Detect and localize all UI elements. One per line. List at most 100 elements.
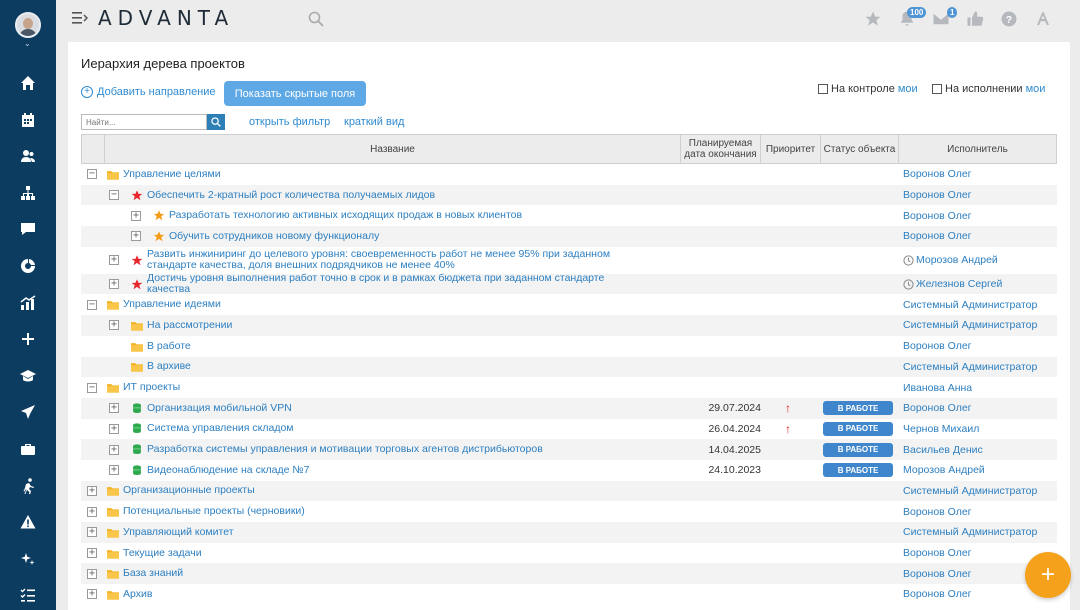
row-executor-link[interactable]: Воронов Олег [903,398,972,419]
analytics-icon[interactable] [16,292,40,314]
header-name[interactable]: Название [104,135,680,163]
row-executor-link[interactable]: Воронов Олег [903,164,972,185]
row-name-link[interactable]: На рассмотрении [131,315,641,336]
row-executor-link[interactable]: Системный Администратор [903,294,1037,315]
expand-toggle[interactable]: + [87,527,97,538]
status-badge[interactable]: В РАБОТЕ [823,463,893,478]
table-row[interactable]: + Разработка системы управления и мотивац… [81,439,1057,460]
plus-icon[interactable] [16,328,40,350]
expand-toggle[interactable]: + [87,589,97,600]
search-input[interactable] [81,114,207,130]
row-name-link[interactable]: В работе [131,336,641,357]
row-name-link[interactable]: Видеонаблюдение на складе №7 [131,460,641,481]
row-executor-link[interactable]: Морозов Андрей [903,460,985,481]
table-row[interactable]: − Обеспечить 2-кратный рост количества по… [81,184,1057,206]
row-executor-link[interactable]: Железнов Сергей [903,274,1002,295]
table-row[interactable]: + Архив Воронов Олег [81,584,1057,605]
collapse-toggle[interactable]: − [87,382,97,393]
avatar[interactable] [15,12,41,38]
home-icon[interactable] [16,72,40,94]
expand-toggle[interactable]: + [109,444,119,455]
row-name-link[interactable]: Управление целями [107,164,641,185]
row-name-link[interactable]: ИТ проекты [107,377,641,398]
table-row[interactable]: − ИТ проекты Иванова Анна [81,377,1057,398]
expand-toggle[interactable]: + [131,210,141,221]
hierarchy-icon[interactable] [16,182,40,204]
row-name-link[interactable]: В архиве [131,357,641,378]
in-progress-checkbox[interactable] [932,84,942,94]
expand-toggle[interactable]: + [87,568,97,579]
table-row[interactable]: + Развить инжиниринг до целевого уровня: … [81,247,1057,274]
expand-toggle[interactable]: + [131,231,141,242]
search-icon[interactable] [308,11,324,27]
header-priority[interactable]: Приоритет [760,135,820,163]
status-badge[interactable]: В РАБОТЕ [823,442,893,457]
menu-collapse-icon[interactable] [72,11,88,25]
row-name-link[interactable]: Разработать технологию активных исходящи… [153,205,641,226]
collapse-toggle[interactable]: − [109,190,119,201]
row-executor-link[interactable]: Морозов Андрей [903,247,998,274]
language-icon[interactable] [1034,10,1052,28]
table-row[interactable]: + Система управления складом 26.04.2024 ↑ В … [81,419,1057,440]
calendar-icon[interactable] [16,109,40,131]
row-name-link[interactable]: Система управления складом [131,419,641,440]
expand-toggle[interactable]: + [109,279,119,290]
in-progress-mine-link[interactable]: мои [1026,83,1046,95]
row-name-link[interactable]: Обучить сотрудников новому функционалу [153,226,641,247]
row-executor-link[interactable]: Системный Администратор [903,315,1037,336]
table-row[interactable]: − Управление идеями Системный Администрато… [81,294,1057,315]
education-icon[interactable] [16,365,40,387]
table-row[interactable]: В архиве Системный Администратор [81,356,1057,378]
row-executor-link[interactable]: Системный Администратор [903,522,1037,543]
table-row[interactable]: + Разработать технологию активных исходящ… [81,205,1057,226]
header-status[interactable]: Статус объекта [820,135,898,163]
status-badge[interactable]: В РАБОТЕ [823,401,893,416]
add-direction-link[interactable]: + Добавить направление [81,86,216,98]
show-hidden-fields-button[interactable]: Показать скрытые поля [224,81,366,106]
row-executor-link[interactable]: Системный Администратор [903,357,1037,378]
row-name-link[interactable]: Достичь уровня выполнения работ точно в … [131,273,641,295]
table-row[interactable]: − Управление целями Воронов Олег [81,164,1057,185]
expand-toggle[interactable]: + [109,320,119,331]
table-row[interactable]: + Достичь уровня выполнения работ точно в… [81,273,1057,295]
expand-toggle[interactable]: + [109,423,119,434]
row-name-link[interactable]: Организация мобильной VPN [131,398,641,419]
expand-toggle[interactable]: + [109,255,119,266]
row-executor-link[interactable]: Системный Администратор [903,481,1037,502]
table-row[interactable]: + Потенциальные проекты (черновики) Вороно… [81,501,1057,522]
app-logo[interactable]: ADVANTA [98,6,234,30]
row-executor-link[interactable]: Воронов Олег [903,185,972,206]
table-row[interactable]: + Видеонаблюдение на складе №7 24.10.2023 В… [81,460,1057,481]
table-row[interactable]: + Текущие задачи Воронов Олег [81,543,1057,564]
row-executor-link[interactable]: Воронов Олег [903,584,972,605]
on-control-filter[interactable]: На контроле мои [818,83,918,95]
row-executor-link[interactable]: Чернов Михаил [903,419,979,440]
status-badge[interactable]: В РАБОТЕ [823,421,893,436]
expand-toggle[interactable]: + [87,485,97,496]
table-row[interactable]: + Организация мобильной VPN 29.07.2024 ↑ В Р… [81,397,1057,419]
checklist-icon[interactable] [16,584,40,606]
users-icon[interactable] [16,145,40,167]
header-date[interactable]: Планируемая дата окончания [680,135,760,163]
fab-add-button[interactable]: + [1025,552,1071,598]
expand-toggle[interactable]: + [87,548,97,559]
row-executor-link[interactable]: Воронов Олег [903,205,972,226]
table-row[interactable]: В работе Воронов Олег [81,336,1057,357]
help-icon[interactable]: ? [1000,10,1018,28]
row-name-link[interactable]: Обеспечить 2-кратный рост количества пол… [131,185,641,206]
row-name-link[interactable]: Текущие задачи [107,543,641,564]
search-button[interactable] [207,114,225,130]
row-executor-link[interactable]: Воронов Олег [903,336,972,357]
row-executor-link[interactable]: Васильев Денис [903,439,983,460]
in-progress-filter[interactable]: На исполнении мои [932,83,1045,95]
row-name-link[interactable]: Организационные проекты [107,481,641,502]
row-executor-link[interactable]: Воронов Олег [903,543,972,564]
star-icon[interactable] [864,10,882,28]
plane-icon[interactable] [16,401,40,423]
collapse-toggle[interactable]: − [87,299,97,310]
sparkle-icon[interactable] [16,548,40,570]
row-name-link[interactable]: База знаний [107,563,641,584]
table-row[interactable]: + База знаний Воронов Олег [81,563,1057,585]
expand-toggle[interactable]: + [109,465,119,476]
row-name-link[interactable]: Управляющий комитет [107,522,641,543]
